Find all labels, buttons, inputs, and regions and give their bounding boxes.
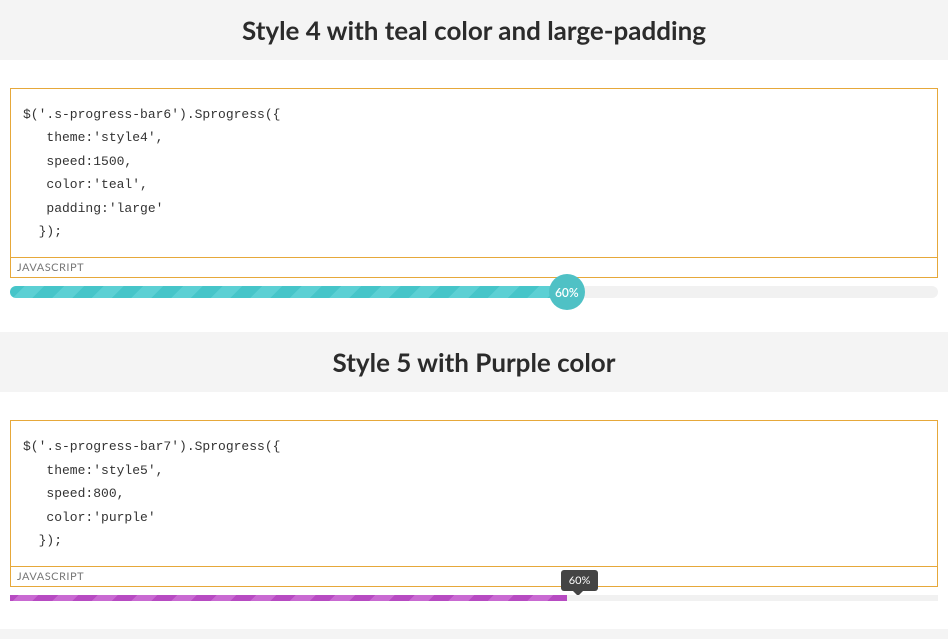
section-header-style5: Style 5 with Purple color (0, 332, 948, 392)
code-block[interactable]: $('.s-progress-bar6').Sprogress({ theme:… (10, 88, 938, 258)
code-block[interactable]: $('.s-progress-bar7').Sprogress({ theme:… (10, 420, 938, 567)
section-title: Style 5 with Purple color (10, 346, 938, 378)
progress-bar-style5: 60% (10, 595, 938, 601)
code-example-style5: $('.s-progress-bar7').Sprogress({ theme:… (10, 420, 938, 587)
progress-fill: 60% (10, 286, 567, 298)
progress-fill (10, 595, 567, 601)
section-title: Style 4 with teal color and large-paddin… (10, 14, 938, 46)
section-header-style4: Style 4 with teal color and large-paddin… (0, 0, 948, 60)
code-language-label: JAVASCRIPT (10, 258, 938, 278)
progress-track: 60% (10, 286, 938, 298)
code-example-style4: $('.s-progress-bar6').Sprogress({ theme:… (10, 88, 938, 278)
code-language-label: JAVASCRIPT (10, 567, 938, 587)
progress-value-tooltip: 60% (561, 570, 599, 591)
progress-value-badge: 60% (549, 274, 585, 310)
progress-track (10, 595, 938, 601)
progress-bar-style4: 60% (10, 286, 938, 298)
section-divider (0, 629, 948, 639)
